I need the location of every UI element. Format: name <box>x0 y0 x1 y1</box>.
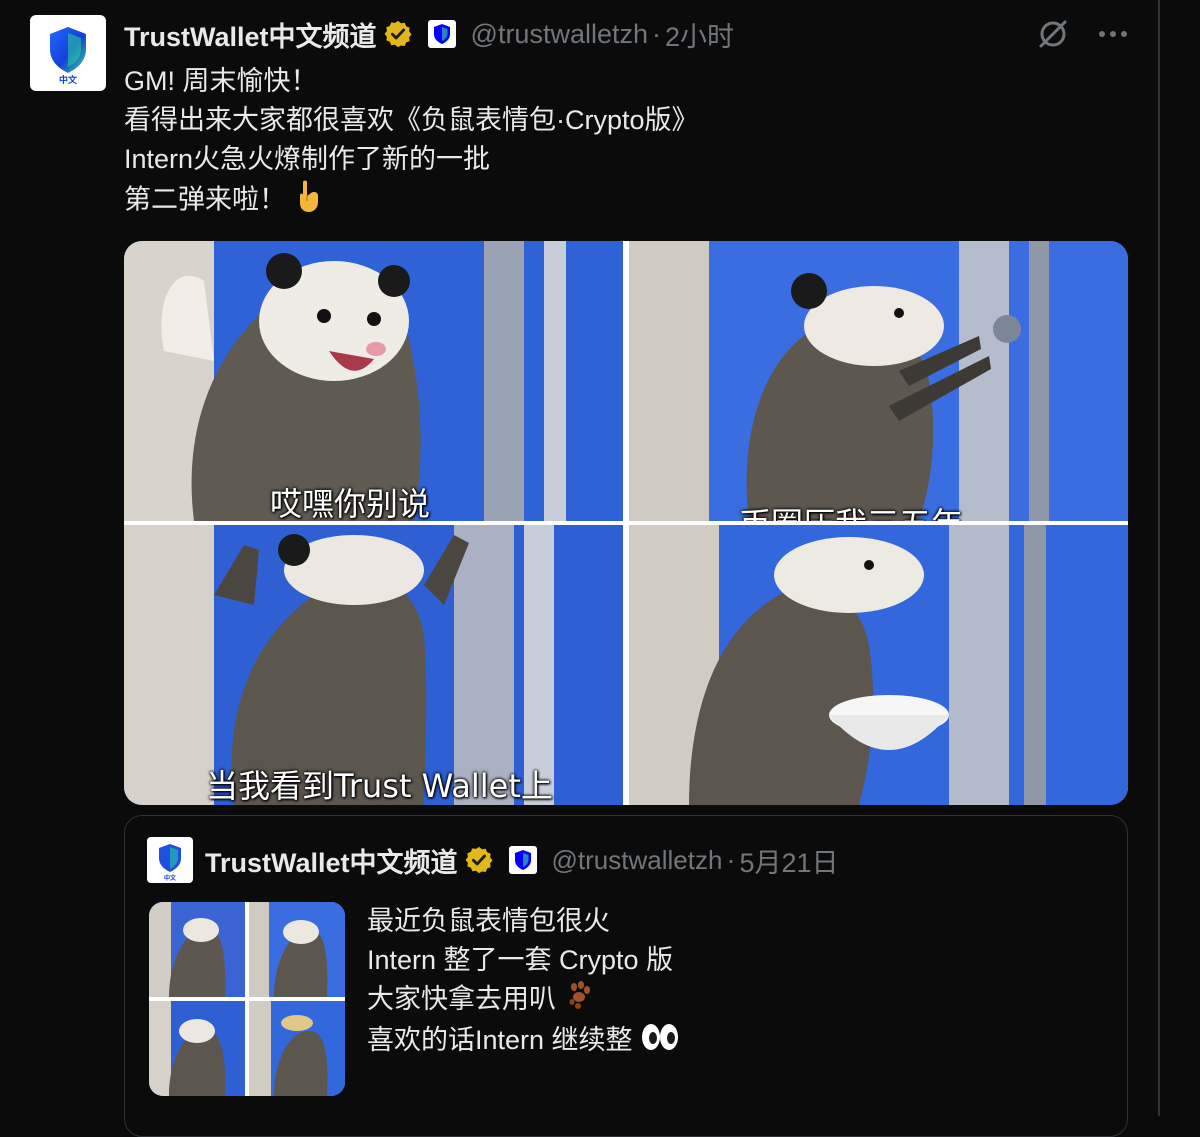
media-image-4[interactable] <box>629 525 1128 805</box>
display-name[interactable]: TrustWallet中文频道 <box>124 15 377 54</box>
point-down-emoji <box>294 179 324 224</box>
timestamp[interactable]: 2小时 <box>665 15 734 54</box>
quoted-line: 最近负鼠表情包很火 <box>367 906 610 936</box>
quoted-line-3: 大家快拿去用叭 <box>367 980 680 1021</box>
quoted-handle[interactable]: @trustwalletzh <box>552 845 723 876</box>
quoted-media-thumbnail[interactable] <box>149 902 345 1096</box>
thumb-image <box>249 902 345 997</box>
separator-dot: · <box>726 844 736 875</box>
tweet-text: GM! 周末愉快！ 看得出来大家都很喜欢《负鼠表情包·Crypto版》 Inte… <box>124 62 699 224</box>
quoted-avatar-label: 中文 <box>164 874 177 882</box>
thumb-image <box>149 1001 245 1096</box>
more-icon[interactable] <box>1098 30 1128 38</box>
quoted-tweet[interactable]: 中文 TrustWallet中文频道 @trustwalletzh · 5月21… <box>124 815 1128 1137</box>
quoted-display-name[interactable]: TrustWallet中文频道 <box>205 841 458 880</box>
verified-badge-icon[interactable] <box>383 19 413 49</box>
verified-badge-icon[interactable] <box>464 845 494 875</box>
thumb-image <box>249 1001 345 1096</box>
thumb-image <box>149 902 245 997</box>
media-caption: 当我看到Trust Wallet上 <box>206 767 553 805</box>
trustwallet-shield-logo: 中文 <box>50 27 86 86</box>
quoted-date[interactable]: 5月21日 <box>739 841 838 880</box>
tweet[interactable]: 中文 TrustWallet中文频道 @trustwalletzh · 2小时 <box>0 0 1158 1137</box>
quoted-line: Intern 整了一套 Crypto 版 <box>367 945 674 975</box>
tweet-line: 第二弹来啦！ <box>124 184 286 215</box>
media-grid[interactable]: 哎嘿你别说 币圈压我三五年 <box>124 241 1128 805</box>
tweet-line: Intern火急火燎制作了新的一批 <box>124 144 491 174</box>
media-caption: 币圈压我三五年 <box>739 499 963 521</box>
quoted-tweet-text: 最近负鼠表情包很火 Intern 整了一套 Crypto 版 大家快拿去用叭 喜… <box>367 902 680 1063</box>
tweet-line: GM! 周末愉快！ <box>124 66 318 96</box>
tweet-header: TrustWallet中文频道 @trustwalletzh · 2小时 <box>124 14 1128 54</box>
quoted-tweet-header: 中文 TrustWallet中文频道 @trustwalletzh · 5月21… <box>147 837 839 883</box>
tweet-line: 看得出来大家都很喜欢《负鼠表情包·Crypto版》 <box>124 105 699 135</box>
media-image-1[interactable]: 哎嘿你别说 <box>124 241 623 521</box>
eyes-emoji <box>640 1022 680 1063</box>
separator-dot: · <box>652 18 661 49</box>
media-image-2[interactable]: 币圈压我三五年 <box>629 241 1128 521</box>
avatar-label: 中文 <box>59 74 78 86</box>
avatar[interactable]: 中文 <box>30 15 106 91</box>
paw-prints-emoji <box>564 980 594 1021</box>
quoted-avatar[interactable]: 中文 <box>147 837 193 883</box>
media-caption: 哎嘿你别说 <box>270 485 431 521</box>
quoted-line-4: 喜欢的话Intern 继续整 <box>367 1021 680 1062</box>
column-divider <box>1158 0 1160 1116</box>
quoted-line: 大家快拿去用叭 <box>367 984 556 1014</box>
trustwallet-affiliate-icon[interactable] <box>427 19 457 49</box>
grok-icon[interactable] <box>1036 17 1070 51</box>
tweet-line-4: 第二弹来啦！ <box>124 179 699 224</box>
media-image-3[interactable]: 当我看到Trust Wallet上 <box>124 525 623 805</box>
trustwallet-affiliate-icon[interactable] <box>508 845 538 875</box>
handle[interactable]: @trustwalletzh <box>471 19 648 50</box>
quoted-line: 喜欢的话Intern 继续整 <box>367 1025 633 1056</box>
